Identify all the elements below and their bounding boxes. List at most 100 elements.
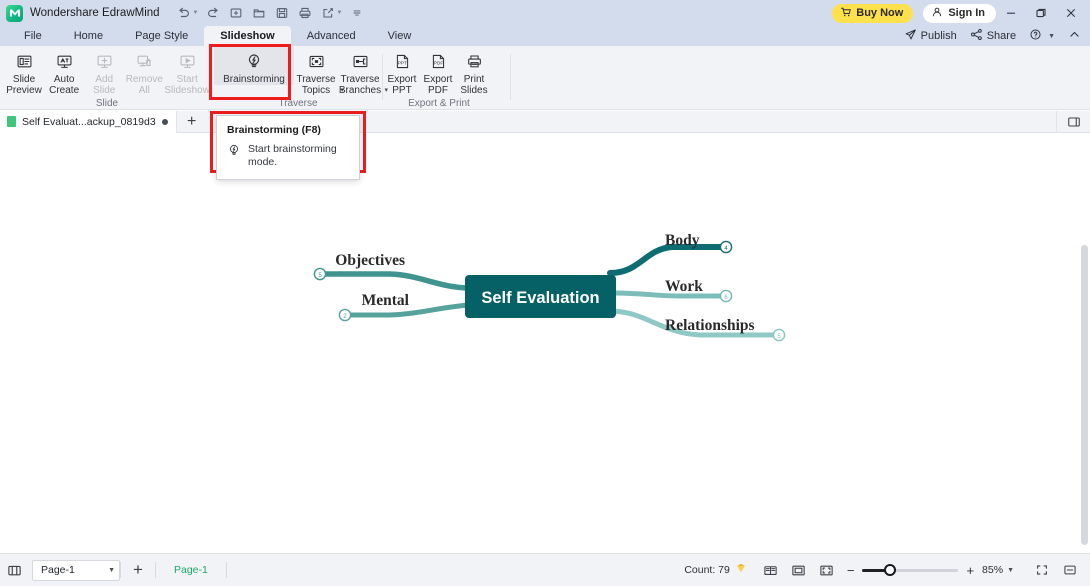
ribbon-group-export-print-label: Export & Print bbox=[408, 98, 470, 109]
minimize-icon[interactable] bbox=[996, 0, 1026, 26]
zoom-caret-icon[interactable]: ▼ bbox=[1007, 567, 1014, 574]
help-button[interactable]: ▼ bbox=[1024, 27, 1060, 45]
brainstorming-bulb-icon bbox=[245, 51, 263, 71]
fit-width-icon[interactable] bbox=[813, 558, 841, 582]
tab-page-style[interactable]: Page Style bbox=[119, 26, 204, 46]
mindmap-canvas[interactable]: Self Evaluation Body Work Relationships … bbox=[0, 133, 1090, 553]
unsaved-indicator-icon bbox=[161, 118, 168, 125]
open-folder-icon[interactable] bbox=[249, 3, 270, 23]
share-button[interactable]: Share bbox=[965, 27, 1021, 45]
export-share-icon[interactable] bbox=[318, 3, 339, 23]
zoom-level-label: 85% bbox=[982, 564, 1004, 576]
brainstorming-bulb-icon bbox=[227, 143, 241, 162]
remove-all-button: Remove All bbox=[124, 46, 164, 96]
help-caret-icon[interactable]: ▼ bbox=[1048, 33, 1055, 40]
user-icon bbox=[931, 6, 943, 21]
tab-home[interactable]: Home bbox=[58, 26, 119, 46]
menu-bar-right: Publish Share ▼ bbox=[899, 26, 1086, 46]
ribbon-toolbar: Slide Preview Auto Create Add Slide Remo… bbox=[0, 46, 1090, 110]
buy-now-button[interactable]: Buy Now bbox=[832, 3, 914, 23]
fullscreen-icon[interactable] bbox=[1028, 558, 1056, 582]
right-panel-toggle-icon[interactable] bbox=[1056, 110, 1090, 133]
export-pdf-icon: PDF bbox=[430, 51, 447, 71]
outline-view-icon[interactable] bbox=[0, 558, 28, 582]
tooltip-title: Brainstorming (F8) bbox=[227, 124, 321, 136]
current-page-label[interactable]: Page-1 bbox=[156, 564, 226, 576]
zoom-slider-knob[interactable] bbox=[884, 564, 897, 576]
publish-button[interactable]: Publish bbox=[899, 27, 962, 45]
print-icon[interactable] bbox=[295, 3, 316, 23]
export-ppt-button[interactable]: PPT Export PPT bbox=[384, 46, 420, 96]
undo-caret-icon[interactable]: ▼ bbox=[193, 10, 199, 16]
ribbon-group-slide: Slide Preview Auto Create Add Slide Remo… bbox=[4, 46, 210, 110]
menu-bar: File Home Page Style Slideshow Advanced … bbox=[0, 26, 1090, 46]
edrawmind-logo-icon bbox=[6, 4, 23, 22]
tab-slideshow[interactable]: Slideshow bbox=[204, 26, 291, 46]
sign-in-button[interactable]: Sign In bbox=[923, 3, 996, 23]
publish-label: Publish bbox=[920, 30, 957, 42]
status-bar: Page-1 ▼ + Page-1 Count: 79 − + 85% ▼ bbox=[0, 553, 1090, 586]
page-selector-dropdown[interactable]: Page-1 ▼ bbox=[32, 559, 120, 581]
traverse-branches-icon bbox=[352, 51, 369, 71]
close-icon[interactable] bbox=[1056, 0, 1086, 26]
zoom-in-button[interactable]: + bbox=[966, 563, 974, 578]
page-selector-value: Page-1 bbox=[41, 564, 75, 576]
export-pdf-button[interactable]: PDF Export PDF bbox=[420, 46, 456, 96]
traverse-branches-button[interactable]: Traverse Branches ▾ bbox=[338, 46, 388, 96]
quick-access-toolbar: ▼ ▼ bbox=[174, 3, 368, 23]
remove-all-label: Remove All bbox=[125, 74, 163, 96]
overflow-icon[interactable] bbox=[346, 3, 367, 23]
share-label: Share bbox=[986, 30, 1017, 42]
auto-create-button[interactable]: Auto Create bbox=[44, 46, 84, 96]
ribbon-group-traverse-label: Traverse bbox=[278, 98, 318, 109]
fit-page-icon[interactable] bbox=[785, 558, 813, 582]
sign-in-label: Sign In bbox=[948, 7, 985, 19]
brainstorming-button[interactable]: Brainstorming bbox=[214, 46, 294, 85]
publish-icon bbox=[904, 28, 917, 44]
help-icon bbox=[1029, 28, 1042, 44]
add-document-tab-button[interactable]: + bbox=[177, 111, 207, 133]
app-title: Wondershare EdrawMind bbox=[30, 7, 160, 19]
undo-icon[interactable] bbox=[174, 3, 195, 23]
two-page-view-icon[interactable] bbox=[757, 558, 785, 582]
ribbon-separator-2 bbox=[382, 54, 383, 100]
count-label: Count: 79 bbox=[684, 564, 730, 576]
buy-now-label: Buy Now bbox=[856, 7, 904, 19]
branch-label-objectives: Objectives bbox=[335, 252, 405, 269]
presentation-icon[interactable] bbox=[1056, 558, 1084, 582]
chevron-down-icon: ▼ bbox=[108, 566, 115, 574]
traverse-topics-button[interactable]: Traverse Topics ▾ bbox=[294, 46, 344, 96]
tab-file[interactable]: File bbox=[8, 26, 58, 46]
restore-icon[interactable] bbox=[1026, 0, 1056, 26]
traverse-branches-label: Traverse Branches bbox=[338, 74, 382, 96]
tab-advanced[interactable]: Advanced bbox=[291, 26, 372, 46]
vertical-scrollbar[interactable] bbox=[1081, 245, 1088, 545]
tab-view[interactable]: View bbox=[372, 26, 428, 46]
slide-preview-button[interactable]: Slide Preview bbox=[4, 46, 44, 96]
collapse-ribbon-button[interactable] bbox=[1063, 27, 1086, 45]
ribbon-separator-3 bbox=[510, 54, 511, 100]
add-page-button[interactable]: + bbox=[121, 558, 155, 582]
tooltip-description: Start brainstorming mode. bbox=[248, 143, 337, 168]
branch-label-mental: Mental bbox=[362, 292, 410, 309]
redo-icon[interactable] bbox=[203, 3, 224, 23]
export-caret-icon[interactable]: ▼ bbox=[337, 10, 343, 16]
status-bar-right: Count: 79 − + 85% ▼ bbox=[684, 558, 1090, 582]
title-bar-right: Buy Now Sign In bbox=[832, 0, 1090, 26]
ribbon-group-slide-label: Slide bbox=[95, 98, 119, 109]
export-ppt-label: Export PPT bbox=[387, 74, 417, 96]
auto-create-icon bbox=[56, 51, 73, 71]
save-icon[interactable] bbox=[272, 3, 293, 23]
start-slideshow-icon bbox=[179, 51, 196, 71]
print-slides-button[interactable]: Print Slides bbox=[456, 46, 492, 96]
title-bar: Wondershare EdrawMind ▼ ▼ Buy Now Sign I… bbox=[0, 0, 1090, 26]
start-slideshow-label: Start Slideshow bbox=[164, 74, 210, 96]
zoom-slider[interactable] bbox=[862, 563, 959, 577]
document-tab[interactable]: Self Evaluat...ackup_0819d3 bbox=[0, 110, 177, 133]
brainstorming-label: Brainstorming bbox=[223, 74, 285, 85]
zoom-out-button[interactable]: − bbox=[847, 563, 855, 578]
new-icon[interactable] bbox=[226, 3, 247, 23]
share-icon bbox=[970, 28, 983, 44]
svg-text:PPT: PPT bbox=[397, 60, 406, 66]
add-slide-label: Add Slide bbox=[93, 74, 116, 96]
